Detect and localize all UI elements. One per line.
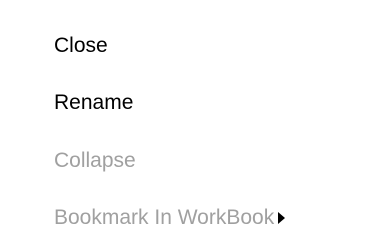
menu-item-rename[interactable]: Rename	[54, 83, 133, 123]
menu-item-label: Rename	[54, 91, 134, 114]
chevron-right-icon	[278, 212, 286, 224]
menu-item-close[interactable]: Close	[54, 26, 108, 66]
menu-item-collapse: Collapse	[54, 141, 136, 181]
menu-item-label: Close	[54, 34, 108, 57]
menu-item-label: Collapse	[54, 149, 136, 172]
menu-item-label: Bookmark In WorkBook	[54, 206, 275, 229]
context-menu: Close Rename Collapse Bookmark In WorkBo…	[0, 0, 383, 249]
menu-item-bookmark-in-workbook: Bookmark In WorkBook	[54, 198, 286, 238]
